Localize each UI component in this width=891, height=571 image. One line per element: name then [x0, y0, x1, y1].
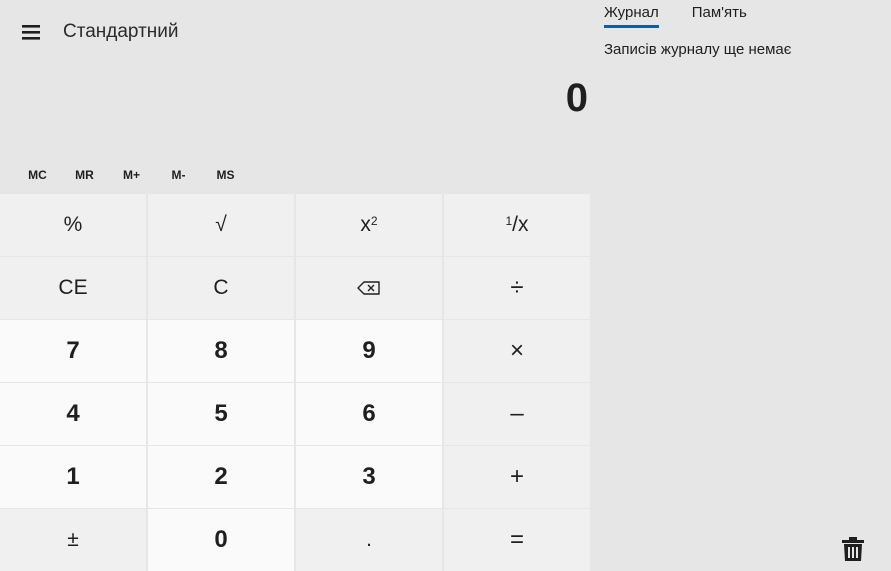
header: Стандартний	[0, 0, 588, 64]
digit-9-label: 9	[362, 337, 376, 364]
backspace-icon	[357, 281, 380, 295]
equals-button[interactable]: =	[444, 509, 590, 571]
memory-add-button[interactable]: M+	[108, 164, 155, 186]
digit-8-label: 8	[214, 337, 228, 364]
hamburger-icon	[22, 25, 40, 40]
digit-9-button[interactable]: 9	[296, 320, 442, 382]
divide-label: ÷	[510, 274, 524, 301]
digit-2-button[interactable]: 2	[148, 446, 294, 508]
result-value: 0	[565, 76, 588, 120]
square-base-label: x	[360, 213, 371, 236]
mode-title: Стандартний	[63, 21, 179, 42]
digit-7-label: 7	[66, 337, 80, 364]
backspace-button[interactable]	[296, 257, 442, 319]
clear-entry-label: CE	[58, 276, 88, 299]
digit-5-button[interactable]: 5	[148, 383, 294, 445]
add-button[interactable]: +	[444, 446, 590, 508]
equals-label: =	[509, 526, 524, 553]
multiply-label: ×	[509, 337, 524, 364]
negate-button[interactable]: ±	[0, 509, 146, 571]
digit-4-button[interactable]: 4	[0, 383, 146, 445]
multiply-button[interactable]: ×	[444, 320, 590, 382]
clear-entry-button[interactable]: CE	[0, 257, 146, 319]
square-exponent-label: 2	[370, 214, 378, 228]
sqrt-button[interactable]: √	[148, 194, 294, 256]
negate-label: ±	[67, 528, 79, 551]
history-panel: Журнал Пам'ять Записів журналу ще немає	[588, 0, 891, 570]
clear-label: C	[213, 276, 229, 299]
trash-icon	[842, 537, 864, 561]
decimal-button[interactable]: .	[296, 509, 442, 571]
menu-button[interactable]	[14, 16, 48, 48]
digit-1-label: 1	[66, 463, 80, 490]
result-display: 0	[0, 72, 588, 128]
memory-subtract-button[interactable]: M-	[155, 164, 202, 186]
add-label: +	[509, 463, 524, 490]
percent-label: %	[63, 213, 83, 236]
subtract-button[interactable]: –	[444, 383, 590, 445]
memory-store-button[interactable]: MS	[202, 164, 249, 186]
memory-recall-button[interactable]: MR	[61, 164, 108, 186]
tab-memory[interactable]: Пам'ять	[692, 4, 747, 28]
digit-3-button[interactable]: 3	[296, 446, 442, 508]
subtract-label: –	[510, 400, 524, 427]
percent-button[interactable]: %	[0, 194, 146, 256]
digit-0-label: 0	[214, 526, 228, 553]
memory-clear-button[interactable]: MC	[14, 164, 61, 186]
clear-history-button[interactable]	[838, 534, 868, 564]
divide-button[interactable]: ÷	[444, 257, 590, 319]
digit-2-label: 2	[214, 463, 228, 490]
history-empty-message: Записів журналу ще немає	[604, 41, 792, 58]
reciprocal-button[interactable]: 1/x	[444, 194, 590, 256]
reciprocal-rest-label: /x	[512, 213, 529, 236]
decimal-label: .	[366, 528, 372, 551]
digit-6-button[interactable]: 6	[296, 383, 442, 445]
tab-history[interactable]: Журнал	[604, 4, 659, 28]
clear-button[interactable]: C	[148, 257, 294, 319]
calculator-panel: Стандартний 0 MC MR M+ M- MS % √ x2 1/x …	[0, 0, 590, 571]
digit-1-button[interactable]: 1	[0, 446, 146, 508]
digit-0-button[interactable]: 0	[148, 509, 294, 571]
reciprocal-numerator-label: 1	[505, 214, 513, 228]
calculator-window: Стандартний 0 MC MR M+ M- MS % √ x2 1/x …	[0, 0, 891, 571]
sqrt-label: √	[215, 213, 227, 236]
keypad: % √ x2 1/x CE C ÷ 7 8 9 × 4 5 6 – 1 2 3 …	[0, 194, 590, 571]
digit-3-label: 3	[362, 463, 376, 490]
digit-5-label: 5	[214, 400, 228, 427]
digit-6-label: 6	[362, 400, 376, 427]
digit-7-button[interactable]: 7	[0, 320, 146, 382]
digit-4-label: 4	[66, 400, 80, 427]
history-tabs: Журнал Пам'ять	[604, 4, 780, 28]
square-button[interactable]: x2	[296, 194, 442, 256]
memory-bar: MC MR M+ M- MS	[14, 164, 249, 186]
digit-8-button[interactable]: 8	[148, 320, 294, 382]
